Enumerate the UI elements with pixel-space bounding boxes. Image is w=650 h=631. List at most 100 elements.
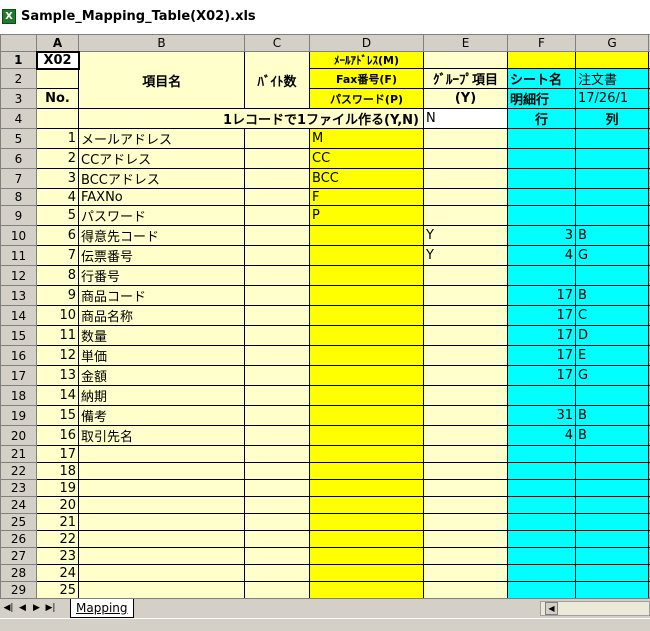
item-name-cell[interactable] <box>79 446 245 463</box>
cell-f4[interactable]: 行 <box>508 109 576 129</box>
mail-fax-pass-cell[interactable]: F <box>310 189 424 206</box>
sheet-col-cell[interactable] <box>576 446 649 463</box>
byte-count-cell[interactable] <box>245 514 310 531</box>
row-header[interactable]: 23 <box>1 480 37 497</box>
sheet-row-cell[interactable] <box>508 169 576 189</box>
sheet-tab-mapping[interactable]: Mapping <box>70 599 134 618</box>
item-name-cell[interactable]: 単価 <box>79 346 245 366</box>
sheet-col-cell[interactable]: E <box>576 346 649 366</box>
mail-fax-pass-cell[interactable] <box>310 286 424 306</box>
mail-fax-pass-cell[interactable] <box>310 582 424 599</box>
byte-count-cell[interactable] <box>245 406 310 426</box>
sheet-row-cell[interactable]: 3 <box>508 226 576 246</box>
group-item-cell[interactable] <box>424 189 508 206</box>
item-number-cell[interactable]: 19 <box>37 480 79 497</box>
item-number-cell[interactable]: 6 <box>37 226 79 246</box>
group-item-cell[interactable] <box>424 149 508 169</box>
sheet-col-cell[interactable] <box>576 386 649 406</box>
mail-fax-pass-cell[interactable] <box>310 306 424 326</box>
sheet-row-cell[interactable]: 17 <box>508 286 576 306</box>
group-item-cell[interactable] <box>424 206 508 226</box>
sheet-col-cell[interactable]: D <box>576 326 649 346</box>
column-header-c[interactable]: C <box>245 35 310 52</box>
sheet-col-cell[interactable] <box>576 189 649 206</box>
row-header[interactable]: 21 <box>1 446 37 463</box>
byte-count-cell[interactable] <box>245 149 310 169</box>
row-header[interactable]: 7 <box>1 169 37 189</box>
row-header[interactable]: 4 <box>1 109 37 129</box>
group-item-cell[interactable] <box>424 326 508 346</box>
sheet-col-cell[interactable] <box>576 582 649 599</box>
item-number-cell[interactable]: 18 <box>37 463 79 480</box>
cell-e4[interactable]: N <box>424 109 508 129</box>
byte-count-cell[interactable] <box>245 426 310 446</box>
group-item-cell[interactable] <box>424 582 508 599</box>
cell-g3[interactable]: 17/26/1 <box>576 89 649 109</box>
row-header[interactable]: 8 <box>1 189 37 206</box>
mail-fax-pass-cell[interactable] <box>310 406 424 426</box>
byte-count-cell[interactable] <box>245 226 310 246</box>
sheet-col-cell[interactable] <box>576 531 649 548</box>
group-item-cell[interactable] <box>424 286 508 306</box>
item-name-cell[interactable] <box>79 514 245 531</box>
row-header[interactable]: 18 <box>1 386 37 406</box>
cell-f1[interactable] <box>508 52 576 69</box>
mail-fax-pass-cell[interactable] <box>310 346 424 366</box>
sheet-row-cell[interactable] <box>508 149 576 169</box>
byte-count-header[interactable]: ﾊﾞｲﾄ数 <box>245 52 310 109</box>
item-name-cell[interactable] <box>79 565 245 582</box>
column-header-e[interactable]: E <box>424 35 508 52</box>
item-number-cell[interactable]: 1 <box>37 129 79 149</box>
row-header[interactable]: 26 <box>1 531 37 548</box>
sheet-row-cell[interactable] <box>508 480 576 497</box>
cell-a2[interactable] <box>37 69 79 89</box>
sheet-col-cell[interactable] <box>576 565 649 582</box>
column-header-b[interactable]: B <box>79 35 245 52</box>
cell-d2[interactable]: Fax番号(F) <box>310 69 424 89</box>
byte-count-cell[interactable] <box>245 306 310 326</box>
mail-fax-pass-cell[interactable] <box>310 366 424 386</box>
cell-g2[interactable]: 注文書 <box>576 69 649 89</box>
sheet-col-cell[interactable] <box>576 514 649 531</box>
column-header-a[interactable]: A <box>37 35 79 52</box>
cell-g1[interactable] <box>576 52 649 69</box>
prev-sheet-icon[interactable]: ◀ <box>17 602 28 615</box>
row-header[interactable]: 12 <box>1 266 37 286</box>
byte-count-cell[interactable] <box>245 548 310 565</box>
item-number-cell[interactable]: 15 <box>37 406 79 426</box>
item-name-cell[interactable] <box>79 497 245 514</box>
byte-count-cell[interactable] <box>245 206 310 226</box>
group-item-cell[interactable] <box>424 480 508 497</box>
group-item-cell[interactable]: Y <box>424 246 508 266</box>
mail-fax-pass-cell[interactable] <box>310 266 424 286</box>
sheet-row-cell[interactable]: 4 <box>508 246 576 266</box>
item-number-cell[interactable]: 22 <box>37 531 79 548</box>
column-header-d[interactable]: D <box>310 35 424 52</box>
row-header[interactable]: 5 <box>1 129 37 149</box>
byte-count-cell[interactable] <box>245 497 310 514</box>
mail-fax-pass-cell[interactable]: M <box>310 129 424 149</box>
byte-count-cell[interactable] <box>245 326 310 346</box>
group-item-cell[interactable] <box>424 446 508 463</box>
sheet-col-cell[interactable] <box>576 169 649 189</box>
cell-d1[interactable]: ﾒｰﾙｱﾄﾞﾚｽ(M) <box>310 52 424 69</box>
group-item-cell[interactable] <box>424 565 508 582</box>
sheet-row-cell[interactable]: 31 <box>508 406 576 426</box>
sheet-row-cell[interactable] <box>508 565 576 582</box>
spreadsheet-grid[interactable]: A B C D E F G 1 X02 項目名 ﾊﾞｲﾄ数 ﾒｰﾙｱﾄﾞﾚｽ(M… <box>0 34 650 598</box>
last-sheet-icon[interactable]: ▶| <box>45 602 56 615</box>
mail-fax-pass-cell[interactable] <box>310 497 424 514</box>
cell-d3[interactable]: パスワード(P) <box>310 89 424 109</box>
item-number-cell[interactable]: 11 <box>37 326 79 346</box>
sheet-col-cell[interactable]: C <box>576 306 649 326</box>
row-header[interactable]: 27 <box>1 548 37 565</box>
byte-count-cell[interactable] <box>245 366 310 386</box>
cell-f2[interactable]: シート名 <box>508 69 576 89</box>
mail-fax-pass-cell[interactable] <box>310 514 424 531</box>
sheet-col-cell[interactable] <box>576 463 649 480</box>
sheet-row-cell[interactable] <box>508 497 576 514</box>
item-name-cell[interactable]: CCアドレス <box>79 149 245 169</box>
item-number-cell[interactable]: 21 <box>37 514 79 531</box>
item-name-cell[interactable] <box>79 548 245 565</box>
group-item-cell[interactable] <box>424 129 508 149</box>
